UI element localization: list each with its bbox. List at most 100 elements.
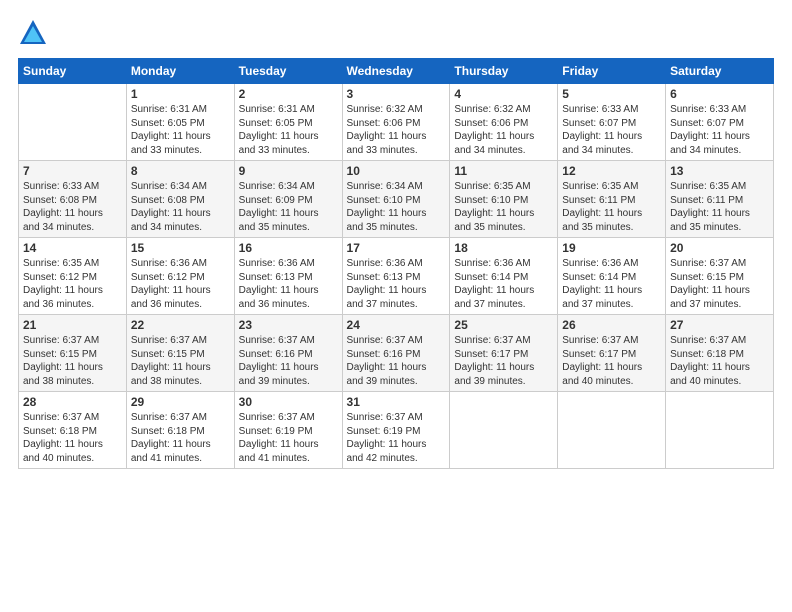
day-number: 22 — [131, 318, 230, 332]
week-row-1: 1 Sunrise: 6:31 AM Sunset: 6:05 PM Daylig… — [19, 84, 774, 161]
day-number: 7 — [23, 164, 122, 178]
day-number: 5 — [562, 87, 661, 101]
day-cell: 3 Sunrise: 6:32 AM Sunset: 6:06 PM Daylig… — [342, 84, 450, 161]
day-number: 17 — [347, 241, 446, 255]
day-number: 8 — [131, 164, 230, 178]
day-info: Sunrise: 6:37 AM Sunset: 6:18 PM Dayligh… — [131, 411, 230, 465]
day-cell — [450, 392, 558, 469]
day-info: Sunrise: 6:33 AM Sunset: 6:07 PM Dayligh… — [562, 103, 661, 157]
day-cell: 20Sunrise: 6:37 AM Sunset: 6:15 PM Dayli… — [666, 238, 774, 315]
day-number: 23 — [239, 318, 338, 332]
day-cell: 11 Sunrise: 6:35 AM Sunset: 6:10 PM Dayli… — [450, 161, 558, 238]
day-number: 26 — [562, 318, 661, 332]
day-cell: 18 Sunrise: 6:36 AM Sunset: 6:14 PM Dayli… — [450, 238, 558, 315]
day-info: Sunrise: 6:34 AM Sunset: 6:09 PM Dayligh… — [239, 180, 338, 234]
day-number: 10 — [347, 164, 446, 178]
day-cell: 26 Sunrise: 6:37 AM Sunset: 6:17 PM Dayli… — [558, 315, 666, 392]
day-number: 25 — [454, 318, 553, 332]
day-number: 18 — [454, 241, 553, 255]
day-number: 31 — [347, 395, 446, 409]
day-cell: 10Sunrise: 6:34 AM Sunset: 6:10 PM Dayli… — [342, 161, 450, 238]
day-info: Sunrise: 6:37 AM Sunset: 6:17 PM Dayligh… — [454, 334, 553, 388]
day-info: Sunrise: 6:36 AM Sunset: 6:13 PM Dayligh… — [239, 257, 338, 311]
day-number: 29 — [131, 395, 230, 409]
day-number: 21 — [23, 318, 122, 332]
day-number: 1 — [131, 87, 230, 101]
header-cell-tuesday: Tuesday — [234, 59, 342, 84]
day-info: Sunrise: 6:37 AM Sunset: 6:18 PM Dayligh… — [23, 411, 122, 465]
day-cell: 17Sunrise: 6:36 AM Sunset: 6:13 PM Dayli… — [342, 238, 450, 315]
header-row: SundayMondayTuesdayWednesdayThursdayFrid… — [19, 59, 774, 84]
day-number: 27 — [670, 318, 769, 332]
day-cell: 24 Sunrise: 6:37 AM Sunset: 6:16 PM Dayli… — [342, 315, 450, 392]
day-info: Sunrise: 6:32 AM Sunset: 6:06 PM Dayligh… — [454, 103, 553, 157]
week-row-2: 7 Sunrise: 6:33 AM Sunset: 6:08 PM Daylig… — [19, 161, 774, 238]
day-cell — [666, 392, 774, 469]
day-number: 13 — [670, 164, 769, 178]
calendar-table: SundayMondayTuesdayWednesdayThursdayFrid… — [18, 58, 774, 469]
day-cell — [558, 392, 666, 469]
day-cell: 28 Sunrise: 6:37 AM Sunset: 6:18 PM Dayli… — [19, 392, 127, 469]
day-cell: 27Sunrise: 6:37 AM Sunset: 6:18 PM Dayli… — [666, 315, 774, 392]
header — [18, 18, 774, 48]
header-cell-sunday: Sunday — [19, 59, 127, 84]
day-number: 14 — [23, 241, 122, 255]
day-cell: 8 Sunrise: 6:34 AM Sunset: 6:08 PM Daylig… — [126, 161, 234, 238]
day-info: Sunrise: 6:37 AM Sunset: 6:17 PM Dayligh… — [562, 334, 661, 388]
day-info: Sunrise: 6:32 AM Sunset: 6:06 PM Dayligh… — [347, 103, 446, 157]
day-number: 24 — [347, 318, 446, 332]
day-info: Sunrise: 6:37 AM Sunset: 6:16 PM Dayligh… — [347, 334, 446, 388]
day-info: Sunrise: 6:35 AM Sunset: 6:12 PM Dayligh… — [23, 257, 122, 311]
header-cell-friday: Friday — [558, 59, 666, 84]
day-cell: 6 Sunrise: 6:33 AM Sunset: 6:07 PM Daylig… — [666, 84, 774, 161]
day-info: Sunrise: 6:36 AM Sunset: 6:12 PM Dayligh… — [131, 257, 230, 311]
day-info: Sunrise: 6:34 AM Sunset: 6:08 PM Dayligh… — [131, 180, 230, 234]
day-info: Sunrise: 6:37 AM Sunset: 6:19 PM Dayligh… — [347, 411, 446, 465]
day-number: 11 — [454, 164, 553, 178]
day-info: Sunrise: 6:35 AM Sunset: 6:11 PM Dayligh… — [562, 180, 661, 234]
day-info: Sunrise: 6:31 AM Sunset: 6:05 PM Dayligh… — [239, 103, 338, 157]
day-cell: 19Sunrise: 6:36 AM Sunset: 6:14 PM Dayli… — [558, 238, 666, 315]
day-info: Sunrise: 6:37 AM Sunset: 6:15 PM Dayligh… — [23, 334, 122, 388]
day-number: 6 — [670, 87, 769, 101]
day-number: 28 — [23, 395, 122, 409]
day-info: Sunrise: 6:37 AM Sunset: 6:15 PM Dayligh… — [670, 257, 769, 311]
day-info: Sunrise: 6:35 AM Sunset: 6:10 PM Dayligh… — [454, 180, 553, 234]
header-cell-thursday: Thursday — [450, 59, 558, 84]
day-info: Sunrise: 6:37 AM Sunset: 6:19 PM Dayligh… — [239, 411, 338, 465]
day-info: Sunrise: 6:33 AM Sunset: 6:07 PM Dayligh… — [670, 103, 769, 157]
day-number: 3 — [347, 87, 446, 101]
day-cell: 7 Sunrise: 6:33 AM Sunset: 6:08 PM Daylig… — [19, 161, 127, 238]
day-info: Sunrise: 6:31 AM Sunset: 6:05 PM Dayligh… — [131, 103, 230, 157]
day-cell: 15Sunrise: 6:36 AM Sunset: 6:12 PM Dayli… — [126, 238, 234, 315]
day-number: 19 — [562, 241, 661, 255]
day-info: Sunrise: 6:33 AM Sunset: 6:08 PM Dayligh… — [23, 180, 122, 234]
day-number: 2 — [239, 87, 338, 101]
day-info: Sunrise: 6:37 AM Sunset: 6:15 PM Dayligh… — [131, 334, 230, 388]
day-number: 9 — [239, 164, 338, 178]
day-cell: 31 Sunrise: 6:37 AM Sunset: 6:19 PM Dayli… — [342, 392, 450, 469]
header-cell-saturday: Saturday — [666, 59, 774, 84]
day-number: 30 — [239, 395, 338, 409]
day-cell: 22 Sunrise: 6:37 AM Sunset: 6:15 PM Dayli… — [126, 315, 234, 392]
day-number: 12 — [562, 164, 661, 178]
header-cell-wednesday: Wednesday — [342, 59, 450, 84]
day-number: 16 — [239, 241, 338, 255]
day-cell: 1 Sunrise: 6:31 AM Sunset: 6:05 PM Daylig… — [126, 84, 234, 161]
day-cell: 16 Sunrise: 6:36 AM Sunset: 6:13 PM Dayli… — [234, 238, 342, 315]
day-cell — [19, 84, 127, 161]
day-cell: 30 Sunrise: 6:37 AM Sunset: 6:19 PM Dayli… — [234, 392, 342, 469]
page: SundayMondayTuesdayWednesdayThursdayFrid… — [0, 0, 792, 612]
day-info: Sunrise: 6:37 AM Sunset: 6:16 PM Dayligh… — [239, 334, 338, 388]
day-cell: 4Sunrise: 6:32 AM Sunset: 6:06 PM Daylig… — [450, 84, 558, 161]
day-cell: 9 Sunrise: 6:34 AM Sunset: 6:09 PM Daylig… — [234, 161, 342, 238]
day-cell: 13Sunrise: 6:35 AM Sunset: 6:11 PM Dayli… — [666, 161, 774, 238]
calendar-body: 1 Sunrise: 6:31 AM Sunset: 6:05 PM Daylig… — [19, 84, 774, 469]
day-cell: 12 Sunrise: 6:35 AM Sunset: 6:11 PM Dayli… — [558, 161, 666, 238]
day-cell: 5 Sunrise: 6:33 AM Sunset: 6:07 PM Daylig… — [558, 84, 666, 161]
week-row-3: 14 Sunrise: 6:35 AM Sunset: 6:12 PM Dayli… — [19, 238, 774, 315]
logo — [18, 18, 52, 48]
logo-icon — [18, 18, 48, 48]
day-info: Sunrise: 6:36 AM Sunset: 6:14 PM Dayligh… — [454, 257, 553, 311]
day-cell: 25 Sunrise: 6:37 AM Sunset: 6:17 PM Dayli… — [450, 315, 558, 392]
